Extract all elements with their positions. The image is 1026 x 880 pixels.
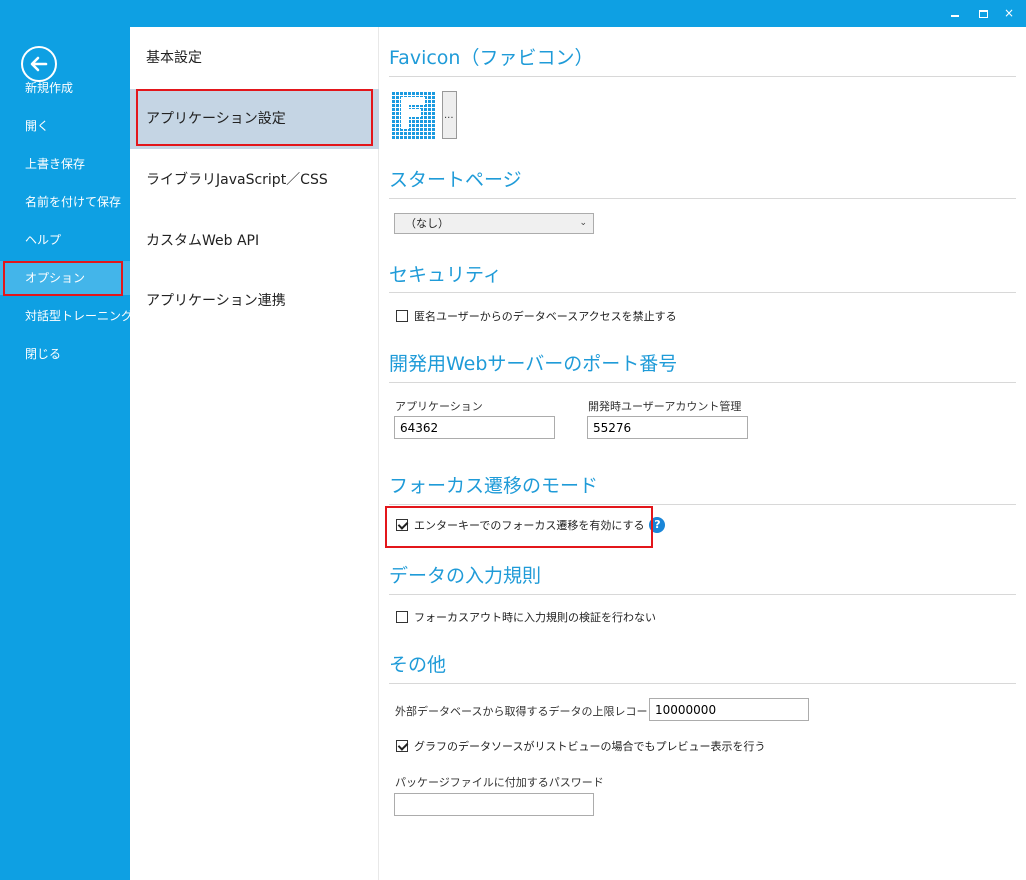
backstage-sidebar: 新規作成 開く 上書き保存 名前を付けて保存 ヘルプ オプション 対話型トレーニ… (0, 27, 133, 880)
highlight-application-settings (136, 89, 373, 146)
divider (389, 76, 1016, 77)
graph-preview-label: グラフのデータソースがリストビューの場合でもプレビュー表示を行う (414, 740, 766, 753)
category-library-js-css[interactable]: ライブラリJavaScript／CSS (130, 150, 379, 210)
graph-preview-checkbox[interactable] (396, 740, 408, 752)
minimize-icon (951, 14, 959, 17)
divider (389, 683, 1016, 684)
sidebar-item-save-as[interactable]: 名前を付けて保存 (0, 185, 130, 219)
start-page-select[interactable]: （なし） ⌄ (394, 213, 594, 234)
highlight-options (3, 261, 123, 296)
skip-validation-checkbox[interactable] (396, 611, 408, 623)
security-checkbox-row[interactable]: 匿名ユーザーからのデータベースアクセスを禁止する (396, 308, 677, 324)
title-bar: × (0, 0, 1026, 27)
sidebar-item-open[interactable]: 開く (0, 109, 130, 143)
category-basic-settings[interactable]: 基本設定 (130, 28, 379, 88)
record-limit-input[interactable] (649, 698, 809, 721)
app-port-label: アプリケーション (395, 400, 483, 413)
sidebar-item-save[interactable]: 上書き保存 (0, 147, 130, 181)
minimize-button[interactable] (944, 4, 966, 22)
category-custom-web-api[interactable]: カスタムWeb API (130, 211, 379, 271)
divider (389, 198, 1016, 199)
app-port-input[interactable] (394, 416, 555, 439)
section-title-security: セキュリティ (389, 264, 502, 286)
divider (389, 504, 1016, 505)
divider (389, 594, 1016, 595)
close-icon: × (1003, 6, 1015, 20)
sidebar-item-new[interactable]: 新規作成 (0, 71, 130, 105)
category-list: 基本設定 アプリケーション設定 ライブラリJavaScript／CSS カスタム… (130, 27, 379, 880)
section-title-start-page: スタートページ (389, 169, 522, 191)
divider (389, 382, 1016, 383)
sidebar-item-help[interactable]: ヘルプ (0, 223, 130, 257)
graph-preview-checkbox-row[interactable]: グラフのデータソースがリストビューの場合でもプレビュー表示を行う (396, 738, 765, 754)
favicon-browse-button[interactable]: ... (442, 91, 457, 139)
sidebar-item-close[interactable]: 閉じる (0, 337, 130, 371)
anonymous-db-access-checkbox[interactable] (396, 310, 408, 322)
record-limit-label: 外部データベースから取得するデータの上限レコード数 (395, 705, 670, 718)
package-password-label: パッケージファイルに付加するパスワード (395, 776, 604, 789)
settings-pane: Favicon（ファビコン） ... スタートページ （なし） ⌄ セキュリティ… (389, 27, 1017, 880)
maximize-button[interactable] (972, 4, 994, 22)
chevron-down-icon: ⌄ (579, 218, 587, 228)
package-password-input[interactable] (394, 793, 594, 816)
category-app-integration[interactable]: アプリケーション連携 (130, 271, 379, 331)
sidebar-item-interactive-training[interactable]: 対話型トレーニング (0, 299, 133, 333)
close-button[interactable]: × (998, 4, 1020, 22)
account-port-label: 開発時ユーザーアカウント管理 (588, 400, 742, 413)
section-title-other: その他 (389, 654, 447, 676)
divider (389, 292, 1016, 293)
section-title-port: 開発用Webサーバーのポート番号 (389, 353, 678, 375)
anonymous-db-access-label: 匿名ユーザーからのデータベースアクセスを禁止する (414, 310, 677, 323)
section-title-input-rules: データの入力規則 (389, 565, 542, 587)
favicon-image[interactable] (391, 91, 435, 139)
input-rules-checkbox-row[interactable]: フォーカスアウト時に入力規則の検証を行わない (396, 609, 656, 625)
favicon-f-icon (401, 97, 425, 129)
account-port-input[interactable] (587, 416, 748, 439)
section-title-favicon: Favicon（ファビコン） (389, 47, 594, 69)
skip-validation-label: フォーカスアウト時に入力規則の検証を行わない (414, 611, 656, 624)
start-page-value: （なし） (405, 217, 449, 230)
highlight-focus-mode (385, 506, 653, 548)
favicon-browse-label: ... (444, 110, 454, 121)
maximize-icon (978, 9, 988, 18)
section-title-focus-mode: フォーカス遷移のモード (389, 475, 599, 497)
